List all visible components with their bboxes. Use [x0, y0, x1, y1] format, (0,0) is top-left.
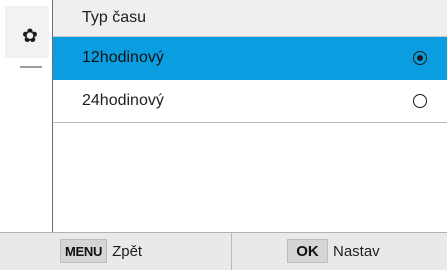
option-12h-label: 12hodinový: [82, 49, 164, 66]
confirm-button[interactable]: OK Nastav: [287, 239, 380, 263]
bottom-bar-divider: [231, 232, 232, 270]
back-button[interactable]: MENU Zpět: [60, 239, 142, 263]
radio-selected-icon: [413, 51, 427, 65]
panel-header: Typ času: [53, 0, 447, 37]
ok-key: OK: [287, 239, 328, 263]
sidebar-divider: [20, 66, 42, 68]
menu-key: MENU: [60, 239, 108, 263]
options-panel: Typ času 12hodinový 24hodinový: [53, 0, 447, 232]
option-24h-label: 24hodinový: [82, 92, 164, 109]
gear-icon: ✿: [22, 25, 38, 47]
panel-title: Typ času: [82, 9, 147, 26]
time-type-screen: ✿ Typ času 12hodinový 24hodinový MENU Zp…: [0, 0, 447, 270]
option-24h[interactable]: 24hodinový: [53, 80, 447, 123]
confirm-label: Nastav: [333, 242, 380, 260]
option-12h[interactable]: 12hodinový: [53, 37, 447, 80]
radio-dot: [416, 54, 423, 61]
sidebar: ✿: [0, 0, 52, 232]
radio-unselected-icon: [413, 94, 427, 108]
back-label: Zpět: [112, 242, 143, 260]
